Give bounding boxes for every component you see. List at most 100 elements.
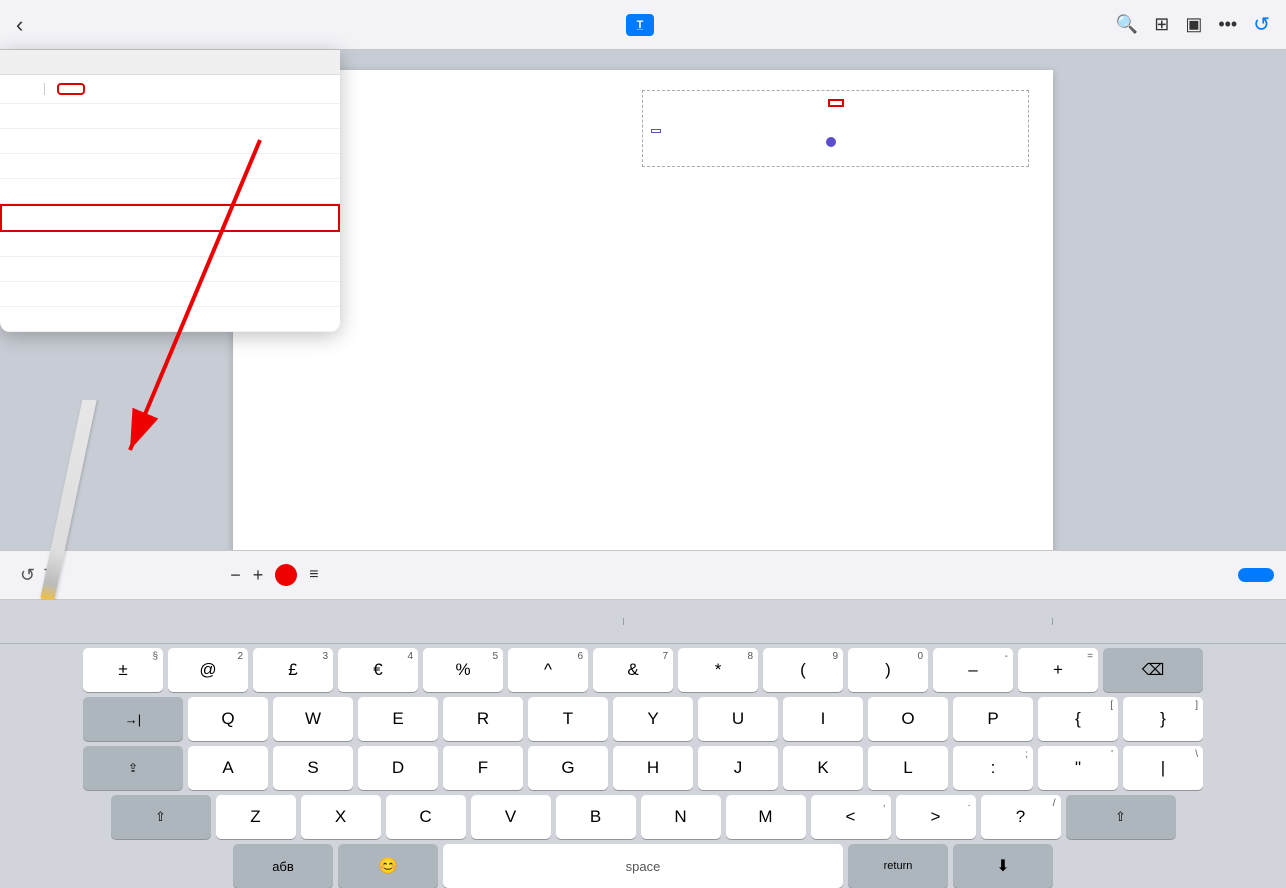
- key-at[interactable]: 2@: [168, 648, 248, 692]
- key-star[interactable]: 8*: [678, 648, 758, 692]
- suggestion-we[interactable]: [623, 616, 663, 628]
- key-y[interactable]: Y: [613, 697, 693, 741]
- suggestion-i[interactable]: [194, 616, 234, 628]
- key-q[interactable]: Q: [188, 697, 268, 741]
- key-x[interactable]: X: [301, 795, 381, 839]
- key-plus[interactable]: =+: [1018, 648, 1098, 692]
- key-percent[interactable]: 5%: [423, 648, 503, 692]
- add-text-button[interactable]: T̲: [626, 14, 660, 36]
- key-e[interactable]: E: [358, 697, 438, 741]
- font-size-decrease[interactable]: −: [230, 566, 241, 584]
- search-icon[interactable]: 🔍: [1116, 14, 1138, 35]
- suggestion-this[interactable]: [1052, 616, 1092, 628]
- key-lbrace[interactable]: [{: [1038, 697, 1118, 741]
- toolbar-left: ‹: [16, 14, 23, 36]
- key-euro[interactable]: 4€: [338, 648, 418, 692]
- more-icon[interactable]: •••: [1218, 14, 1237, 35]
- key-p[interactable]: P: [953, 697, 1033, 741]
- grid-icon[interactable]: ⊞: [1154, 14, 1169, 35]
- align-button[interactable]: ≡: [309, 566, 318, 584]
- key-w[interactable]: W: [273, 697, 353, 741]
- space-key[interactable]: space: [443, 844, 843, 888]
- bold-button[interactable]: [142, 559, 174, 591]
- key-r[interactable]: R: [443, 697, 523, 741]
- key-capslock[interactable]: ⇪: [83, 746, 183, 790]
- key-rbrace[interactable]: ]}: [1123, 697, 1203, 741]
- redo-button[interactable]: ↻: [43, 565, 58, 586]
- style-regular[interactable]: [16, 83, 32, 95]
- key-h[interactable]: H: [613, 746, 693, 790]
- key-d[interactable]: D: [358, 746, 438, 790]
- key-emoji[interactable]: 😊: [338, 844, 438, 888]
- key-pipe[interactable]: \|: [1123, 746, 1203, 790]
- key-b[interactable]: B: [556, 795, 636, 839]
- other-causes-heading: [828, 99, 844, 107]
- key-a[interactable]: A: [188, 746, 268, 790]
- key-u[interactable]: U: [698, 697, 778, 741]
- font-item-marker-felt[interactable]: [0, 204, 340, 232]
- undo-button[interactable]: ↺: [20, 565, 35, 586]
- font-item-mishaf[interactable]: [0, 257, 340, 282]
- key-pound[interactable]: 3£: [253, 648, 333, 692]
- font-item-kohinoor-telugu[interactable]: [0, 129, 340, 154]
- done-button[interactable]: [1238, 568, 1274, 582]
- key-cyrillic[interactable]: абв: [233, 844, 333, 888]
- font-item-kohinoor-gujarati[interactable]: [0, 104, 340, 129]
- keyboard-suggestions: [0, 600, 1286, 644]
- key-row-3: ⇪ A S D F G H J K L ;: '" \|: [4, 746, 1282, 790]
- dist-handle[interactable]: [826, 137, 836, 147]
- key-m[interactable]: M: [726, 795, 806, 839]
- key-caret[interactable]: 6^: [508, 648, 588, 692]
- key-v[interactable]: V: [471, 795, 551, 839]
- font-list: [0, 104, 340, 332]
- key-lt[interactable]: ,<: [811, 795, 891, 839]
- key-return[interactable]: return: [848, 844, 948, 888]
- key-plusminus[interactable]: §±: [83, 648, 163, 692]
- key-o[interactable]: O: [868, 697, 948, 741]
- undo-icon[interactable]: ↺: [1253, 12, 1270, 37]
- key-s[interactable]: S: [273, 746, 353, 790]
- key-dash[interactable]: -–: [933, 648, 1013, 692]
- key-gt[interactable]: .>: [896, 795, 976, 839]
- document-page: [233, 70, 1053, 550]
- key-n[interactable]: N: [641, 795, 721, 839]
- distribution-heading: [651, 129, 661, 133]
- italic-button[interactable]: [186, 559, 218, 591]
- key-amp[interactable]: 7&: [593, 648, 673, 692]
- key-c[interactable]: C: [386, 795, 466, 839]
- key-k[interactable]: K: [783, 746, 863, 790]
- key-z[interactable]: Z: [216, 795, 296, 839]
- font-item-myanmar[interactable]: [0, 307, 340, 332]
- key-lparen[interactable]: 9(: [763, 648, 843, 692]
- font-size-increase[interactable]: +: [253, 566, 264, 584]
- key-quote[interactable]: '": [1038, 746, 1118, 790]
- key-shift-right[interactable]: ⇧: [1066, 795, 1176, 839]
- key-hide-keyboard[interactable]: ⬇: [953, 844, 1053, 888]
- key-backspace[interactable]: ⌫: [1103, 648, 1203, 692]
- undo-redo-group: ↺ ↻: [20, 565, 58, 586]
- back-button[interactable]: ‹: [16, 14, 23, 36]
- key-colon[interactable]: ;:: [953, 746, 1033, 790]
- key-j[interactable]: J: [698, 746, 778, 790]
- top-toolbar: ‹ T̲ 🔍 ⊞ ▣ ••• ↺: [0, 0, 1286, 50]
- color-picker[interactable]: [275, 564, 297, 586]
- key-l[interactable]: L: [868, 746, 948, 790]
- key-f[interactable]: F: [443, 746, 523, 790]
- square-icon[interactable]: ▣: [1185, 14, 1202, 35]
- font-item-mukta[interactable]: [0, 282, 340, 307]
- column-layout: [257, 90, 1029, 167]
- key-i[interactable]: I: [783, 697, 863, 741]
- key-rparen[interactable]: 0): [848, 648, 928, 692]
- style-bold[interactable]: [57, 83, 85, 95]
- key-question[interactable]: /?: [981, 795, 1061, 839]
- font-styles-row: [0, 75, 340, 104]
- key-row-4: ⇧ Z X C V B N M ,< .> /? ⇧: [4, 795, 1282, 839]
- font-item-lao-sangam[interactable]: [0, 154, 340, 179]
- font-item-menlo[interactable]: [0, 232, 340, 257]
- key-shift[interactable]: ⇧: [111, 795, 211, 839]
- style-divider: [44, 83, 45, 95]
- font-item-malayalam-sangam[interactable]: [0, 179, 340, 204]
- key-g[interactable]: G: [528, 746, 608, 790]
- key-tab[interactable]: →|: [83, 697, 183, 741]
- key-t[interactable]: T: [528, 697, 608, 741]
